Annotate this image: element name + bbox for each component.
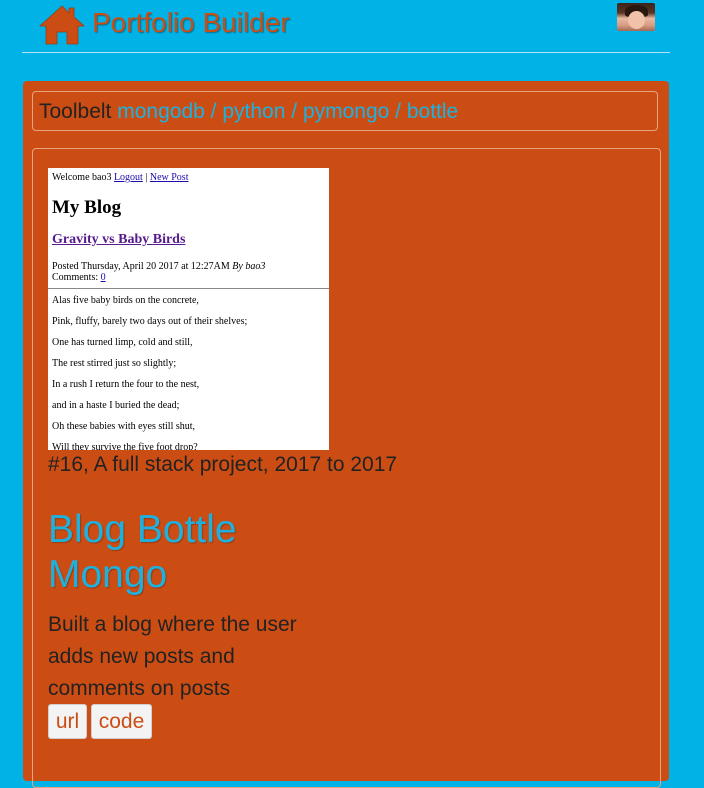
toolbelt-link-python[interactable]: python [222,100,285,123]
avatar[interactable] [617,3,655,31]
toolbelt-link-mongodb[interactable]: mongodb [117,100,205,123]
toolbelt-separator: / [395,100,402,123]
screenshot-post-title: Gravity vs Baby Birds [52,232,186,247]
code-button[interactable]: code [91,704,152,739]
screenshot-comments-label: Comments: [52,272,99,283]
home-icon[interactable] [38,4,86,46]
project-caption: #16, A full stack project, 2017 to 2017 [48,453,398,476]
toolbelt-link-bottle[interactable]: bottle [407,100,458,123]
screenshot-welcome-line: Welcome bao3 Logout | New Post [52,172,188,183]
screenshot-comments-count: 0 [100,272,106,283]
project-title-link[interactable]: Blog Bottle Mongo [48,507,308,597]
screenshot-author: By bao3 [232,261,266,272]
screenshot-welcome-text: Welcome bao3 [52,172,112,183]
main-panel: Toolbelt mongodb / python / pymongo / bo… [23,81,669,788]
screenshot-poem-line: and in a haste I buried the dead; [52,400,180,411]
toolbelt-label: Toolbelt [39,100,112,123]
project-screenshot[interactable]: Welcome bao3 Logout | New Post My Blog G… [48,168,329,450]
screenshot-poem-line: Alas five baby birds on the concrete, [52,295,199,306]
screenshot-post-meta: Posted Thursday, April 20 2017 at 12:27A… [52,261,265,283]
screenshot-logout-link: Logout [113,172,143,183]
toolbelt-bar: Toolbelt mongodb / python / pymongo / bo… [32,91,658,131]
project-description: Built a blog where the user adds new pos… [48,613,297,700]
brand-link[interactable]: Portfolio Builder [92,7,290,39]
project-card: Welcome bao3 Logout | New Post My Blog G… [32,148,661,788]
screenshot-poem-line: Oh these babies with eyes still shut, [52,421,196,432]
screenshot-poem-line: One has turned limp, cold and still, [52,337,193,348]
screenshot-poem-line: In a rush I return the four to the nest, [52,379,200,390]
screenshot-separator: | [145,172,148,183]
toolbelt-separator: / [291,100,298,123]
screenshot-new-post-link: New Post [149,172,189,183]
avatar-face [628,11,645,29]
header-divider [22,52,670,53]
screenshot-blog-title: My Blog [52,197,122,218]
header: Portfolio Builder [0,0,704,53]
url-button[interactable]: url [48,704,87,739]
screenshot-divider [48,288,329,289]
toolbelt-content: Toolbelt mongodb / python / pymongo / bo… [39,100,458,124]
toolbelt-separator: / [210,100,217,123]
screenshot-poem-line: The rest stirred just so slightly; [52,358,177,369]
screenshot-posted-date: Posted Thursday, April 20 2017 at 12:27A… [52,261,230,272]
screenshot-poem-line: Pink, fluffy, barely two days out of the… [52,316,248,327]
toolbelt-link-pymongo[interactable]: pymongo [303,100,389,123]
screenshot-poem-line: Will they survive the five foot drop? [52,442,198,450]
